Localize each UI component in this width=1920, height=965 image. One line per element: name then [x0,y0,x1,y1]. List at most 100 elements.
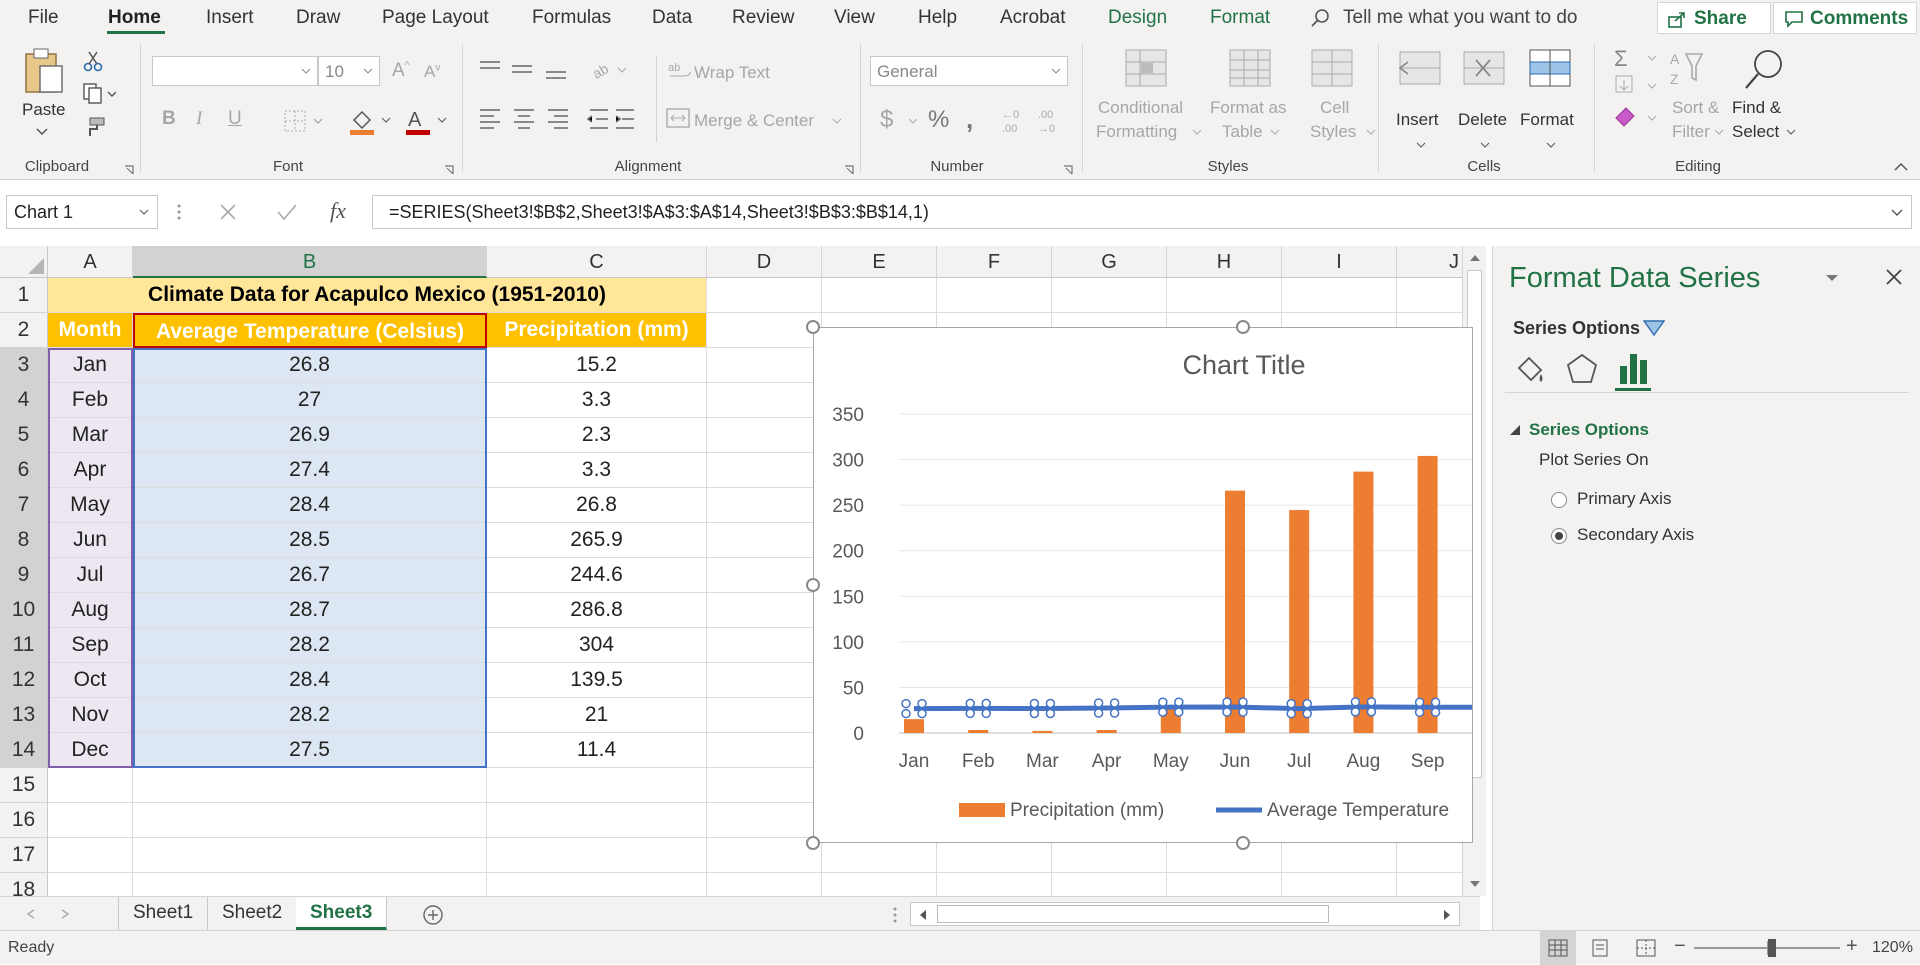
cell[interactable] [707,453,822,488]
cell[interactable] [707,348,822,383]
table-cell[interactable]: 3.3 [487,453,707,488]
row-header-5[interactable]: 5 [0,418,48,453]
percent-style-button[interactable]: % [928,106,949,134]
font-color-icon[interactable]: A [404,106,450,136]
cell[interactable] [822,873,937,896]
chevron-down-icon[interactable] [832,118,842,124]
chevron-down-icon[interactable] [36,128,48,136]
table-cell[interactable]: 265.9 [487,523,707,558]
dialog-launcher-icon[interactable] [123,164,135,176]
cell[interactable] [707,593,822,628]
legend-label-precipitation[interactable]: Precipitation (mm) [1010,800,1164,821]
horizontal-scroll-thumb[interactable] [937,905,1329,923]
series-options-dropdown-icon[interactable] [1643,320,1665,336]
table-cell[interactable]: Oct [48,663,133,698]
menu-view[interactable]: View [834,7,875,29]
series-options-section-header[interactable]: Series Options [1529,420,1649,440]
resize-handle[interactable] [806,836,820,850]
cell[interactable] [707,558,822,593]
close-icon[interactable] [1885,268,1903,286]
find-select-button[interactable]: Find & Select [1730,46,1800,156]
row-header-10[interactable]: 10 [0,593,48,628]
table-cell[interactable]: Dec [48,733,133,768]
table-cell[interactable]: 21 [487,698,707,733]
collapse-section-icon[interactable] [1509,424,1521,436]
normal-view-button[interactable] [1540,931,1576,965]
row-header-1[interactable]: 1 [0,278,48,313]
next-sheet-icon[interactable] [60,909,70,919]
column-header-h[interactable]: H [1167,246,1282,278]
menu-review[interactable]: Review [732,7,794,29]
column-header-b[interactable]: B [133,246,487,278]
cell[interactable] [707,733,822,768]
cell[interactable] [48,803,133,838]
table-cell[interactable]: 3.3 [487,383,707,418]
pane-options-icon[interactable] [1825,274,1839,282]
zoom-out-button[interactable]: − [1674,935,1686,958]
header-cell[interactable]: Precipitation (mm) [487,313,707,348]
scroll-left-icon[interactable] [919,909,927,921]
table-cell[interactable]: 28.7 [133,593,487,628]
table-cell[interactable]: Mar [48,418,133,453]
cell[interactable] [707,663,822,698]
split-handle-icon[interactable] [892,907,898,923]
comma-style-button[interactable]: , [966,104,973,135]
sheet-title-cell[interactable]: Climate Data for Acapulco Mexico (1951-2… [48,278,707,313]
add-sheet-icon[interactable] [422,904,444,926]
menu-insert[interactable]: Insert [206,7,254,29]
font-size-dropdown[interactable]: 10 [318,56,380,86]
series-options-chart-icon[interactable] [1617,350,1651,386]
cell[interactable] [707,488,822,523]
column-header-f[interactable]: F [937,246,1052,278]
row-header-17[interactable]: 17 [0,838,48,873]
table-cell[interactable]: 28.2 [133,698,487,733]
copy-icon[interactable] [82,82,116,104]
page-layout-view-icon[interactable] [1590,939,1610,957]
header-cell[interactable]: Month [48,313,133,348]
chart-title[interactable]: Chart Title [1182,350,1305,380]
cell[interactable] [822,278,937,313]
series-options-menu[interactable]: Series Options [1513,318,1640,339]
table-cell[interactable]: 28.5 [133,523,487,558]
cell[interactable] [487,873,707,896]
cell[interactable] [133,803,487,838]
chevron-down-icon[interactable] [908,118,918,124]
menu-data[interactable]: Data [652,7,692,29]
cell[interactable] [487,803,707,838]
vertical-align-icons[interactable] [478,58,574,82]
table-cell[interactable]: 27.4 [133,453,487,488]
menu-draw[interactable]: Draw [296,7,340,29]
table-cell[interactable]: May [48,488,133,523]
scroll-right-icon[interactable] [1443,909,1451,921]
table-cell[interactable]: 28.4 [133,663,487,698]
more-options-icon[interactable] [176,203,182,221]
menu-file[interactable]: File [28,7,59,29]
cell-styles-button[interactable]: Cell Styles [1300,46,1380,156]
cell[interactable] [707,523,822,558]
cell[interactable] [1052,838,1167,873]
merge-center-button[interactable]: Merge & Center [694,111,814,131]
table-cell[interactable]: 26.9 [133,418,487,453]
column-header-e[interactable]: E [822,246,937,278]
cell[interactable] [48,838,133,873]
column-header-d[interactable]: D [707,246,822,278]
menu-formulas[interactable]: Formulas [532,7,611,29]
zoom-in-button[interactable]: + [1846,935,1858,958]
cell[interactable] [707,838,822,873]
increase-font-size-button[interactable]: A^ [392,60,409,82]
currency-format-button[interactable]: $ [880,106,893,134]
cell[interactable] [1282,873,1397,896]
wrap-text-button[interactable]: Wrap Text [694,63,770,83]
share-button[interactable]: Share [1657,2,1771,34]
table-cell[interactable]: 304 [487,628,707,663]
orientation-icon[interactable]: ab [590,58,630,82]
cell[interactable] [1052,873,1167,896]
cell[interactable] [487,768,707,803]
cancel-icon[interactable] [218,202,238,222]
secondary-axis-radio[interactable] [1551,528,1567,544]
table-cell[interactable]: 26.8 [487,488,707,523]
cell[interactable] [937,838,1052,873]
format-painter-icon[interactable] [82,116,106,138]
row-header-18[interactable]: 18 [0,873,48,896]
table-cell[interactable]: Apr [48,453,133,488]
